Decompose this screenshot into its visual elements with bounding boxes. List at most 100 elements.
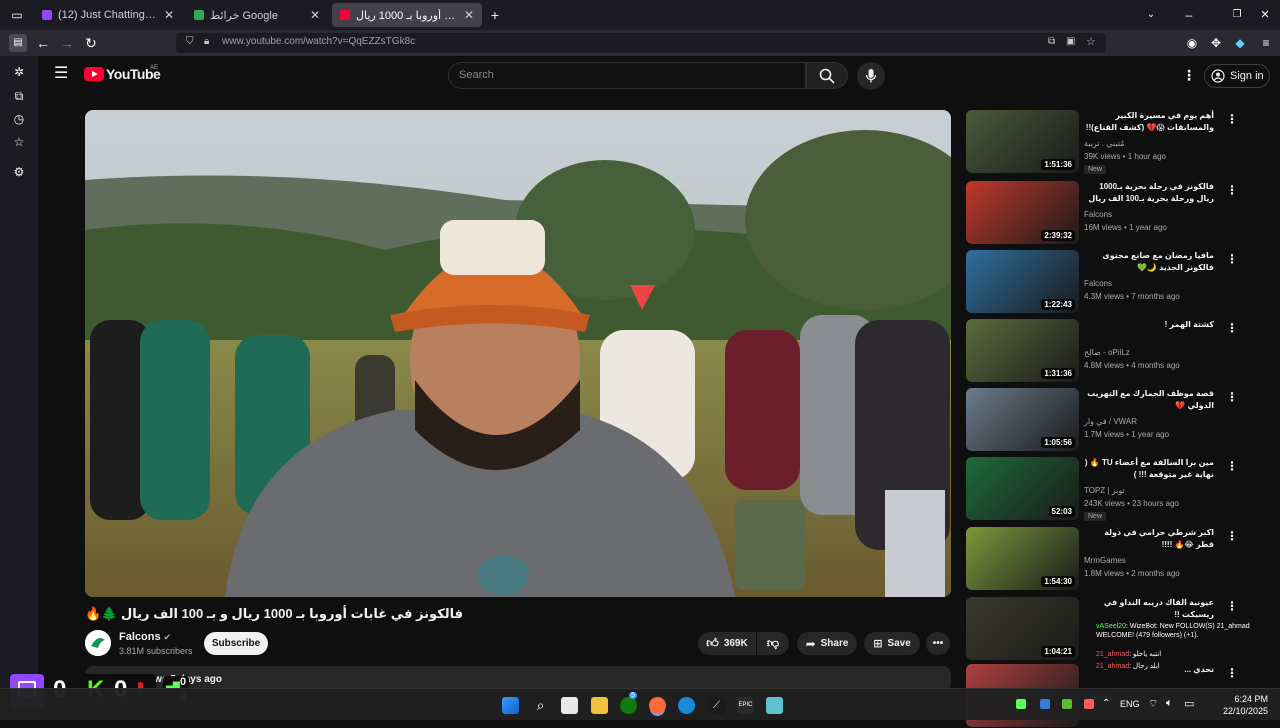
like-button[interactable]: 👍︎ 369K (698, 632, 756, 655)
tab-youtube[interactable]: فالكونز في غابات أوروبا بـ 1000 ريال ✕ (332, 3, 482, 27)
channel-avatar[interactable] (85, 630, 111, 656)
video-thumbnail[interactable]: 1:05:56 (966, 388, 1079, 451)
dislike-button[interactable]: 👎︎ (757, 632, 789, 655)
more-options-icon[interactable]: ⋮ (1226, 529, 1238, 543)
recommendation-item[interactable]: 1:05:56 قصة موظف الجمارك مع التهريب الدول… (966, 388, 1276, 452)
widgets-store-icon[interactable] (561, 697, 578, 714)
bookmarks-icon[interactable]: ☆ (11, 134, 27, 150)
forward-icon[interactable]: → (58, 34, 76, 52)
voice-search-button[interactable] (857, 62, 885, 90)
recommendation-channel[interactable]: مُتبني . تريبة (1084, 139, 1124, 148)
history-icon[interactable]: ◷ (11, 111, 27, 127)
youtube-logo-icon[interactable] (84, 67, 104, 81)
more-options-icon[interactable]: ⋮ (1226, 252, 1238, 266)
video-thumbnail[interactable]: 1:54:30 (966, 527, 1079, 590)
volume-icon[interactable]: 🔈︎ (1166, 697, 1173, 710)
tray-app-icon[interactable] (1062, 699, 1072, 709)
recommendation-title[interactable]: فالكونز في رحلة بحرية بـ1000 ريال ورحلة … (1084, 181, 1214, 206)
recommendation-title[interactable]: أهم يوم في مسيرة الكبير والمسابقات 😱💔 (ك… (1084, 110, 1214, 134)
recommendation-item[interactable]: 1:51:36 أهم يوم في مسيرة الكبير والمسابقا… (966, 110, 1276, 174)
hamburger-menu-icon[interactable]: ☰ (54, 66, 68, 82)
save-button[interactable]: ⊞ Save (864, 632, 920, 655)
search-button[interactable] (806, 62, 848, 89)
firefox-icon[interactable] (649, 697, 666, 714)
shield-icon[interactable]: ⛉ (186, 36, 194, 47)
tray-app-icon[interactable] (1040, 699, 1050, 709)
recommendation-item[interactable]: 1:22:43 مافيا رمضان مع صانع محتوى فالكونز… (966, 250, 1276, 314)
taskbar-search-icon[interactable]: ⌕ (532, 697, 549, 714)
extensions-icon[interactable]: ✥ (1207, 34, 1225, 52)
wifi-icon[interactable]: ⌔ (1148, 697, 1158, 711)
restore-icon[interactable]: ❐ (1228, 6, 1246, 24)
bookmark-star-icon[interactable]: ☆ (1086, 35, 1096, 48)
xbox-icon[interactable]: 5 (620, 692, 637, 714)
address-bar[interactable]: ⛉ 🔒︎ www.youtube.com/watch?v=QqEZZsTGk8c… (176, 33, 1106, 53)
more-options-icon[interactable]: ⋮ (1226, 183, 1238, 197)
more-options-icon[interactable]: ⋮ (1182, 67, 1196, 84)
edge-icon[interactable] (678, 697, 695, 714)
reader-view-icon[interactable]: ▣ (1066, 36, 1075, 47)
sidebar-toggle-icon[interactable]: ▤ (9, 34, 27, 52)
more-actions-button[interactable]: ••• (926, 632, 950, 655)
clock[interactable]: 6:24 PM 22/10/2025 (1208, 693, 1268, 717)
tray-app-icon[interactable] (1084, 699, 1094, 709)
picture-in-picture-icon[interactable]: ⧉ (1048, 36, 1055, 47)
more-options-icon[interactable]: ⋮ (1226, 321, 1238, 335)
battery-icon[interactable]: ▭ (1184, 697, 1194, 710)
app-window-icon[interactable] (766, 697, 783, 714)
tab-list-icon[interactable]: ▭ (8, 6, 26, 24)
ai-chat-icon[interactable]: ✲ (11, 64, 27, 80)
recommendation-channel[interactable]: Falcons (1084, 279, 1112, 288)
close-tab-icon[interactable]: ✕ (464, 8, 474, 22)
chevron-up-icon[interactable]: ⌃ (1102, 698, 1110, 709)
video-thumbnail[interactable]: 1:22:43 (966, 250, 1079, 313)
file-explorer-icon[interactable] (591, 697, 608, 714)
menu-icon[interactable]: ≡ (1257, 34, 1275, 52)
language-indicator[interactable]: ENG (1120, 699, 1140, 709)
sign-in-button[interactable]: Sign in (1204, 64, 1270, 88)
recommendation-channel[interactable]: TOPZ | توبز (1084, 486, 1125, 495)
more-options-icon[interactable]: ⋮ (1226, 390, 1238, 404)
close-window-icon[interactable]: ✕ (1256, 6, 1274, 24)
share-button[interactable]: ➦ Share (797, 632, 857, 655)
recommendation-item[interactable]: 2:39:32 فالكونز في رحلة بحرية بـ1000 ريال… (966, 181, 1276, 245)
recommendation-channel[interactable]: MrmGames (1084, 556, 1126, 565)
recommendation-item[interactable]: 52:03 مين برا السالفة مع أعضاء TU 🔥 ( نها… (966, 457, 1276, 521)
video-thumbnail[interactable]: 1:51:36 (966, 110, 1079, 173)
recommendation-title[interactable]: كشتة الهمر ! (1084, 319, 1214, 331)
close-tab-icon[interactable]: ✕ (164, 8, 174, 22)
channel-name[interactable]: Falcons ✔ (119, 631, 171, 643)
video-player[interactable] (85, 110, 951, 597)
recommendation-title[interactable]: مين برا السالفة مع أعضاء TU 🔥 ( نهاية غي… (1084, 457, 1214, 481)
video-thumbnail[interactable]: 52:03 (966, 457, 1079, 520)
synced-tabs-icon[interactable]: ⧉ (11, 88, 27, 104)
chevron-down-icon[interactable]: ⌄ (1142, 6, 1160, 24)
reload-icon[interactable]: ↻ (82, 34, 100, 52)
back-icon[interactable]: ← (34, 34, 52, 52)
video-thumbnail[interactable]: 1:04:21 (966, 597, 1079, 660)
recommendation-title[interactable]: اكبر شرطي حرامي في دولة قطر 😂🔥 !!!! (1084, 527, 1214, 551)
more-options-icon[interactable]: ⋮ (1226, 112, 1238, 126)
tray-app-icon[interactable] (1016, 699, 1026, 709)
subscribe-button[interactable]: Subscribe (204, 632, 268, 655)
settings-gear-icon[interactable]: ⚙ (11, 164, 27, 180)
new-tab-button[interactable]: + (486, 6, 504, 24)
search-input[interactable]: Search (448, 62, 806, 89)
extension-badge-icon[interactable]: ◆ (1231, 34, 1249, 52)
stocks-app-icon[interactable]: ⟋ (708, 697, 725, 714)
close-tab-icon[interactable]: ✕ (310, 8, 320, 22)
recommendation-channel[interactable]: صالح - oPiiLz (1084, 348, 1130, 357)
recommendation-item[interactable]: 1:54:30 اكبر شرطي حرامي في دولة قطر 😂🔥 !!… (966, 527, 1276, 591)
recommendation-channel[interactable]: في وار / VWAR (1084, 417, 1137, 426)
video-thumbnail[interactable]: 2:39:32 (966, 181, 1079, 244)
tab-google-maps[interactable]: خرائط Google ✕ (186, 3, 328, 27)
recommendation-item[interactable]: 1:31:36 كشتة الهمر ! صالح - oPiiLz 4.8M vie… (966, 319, 1276, 383)
recommendation-title[interactable]: مافيا رمضان مع صانع محتوى فالكونز الجديد… (1084, 250, 1214, 274)
account-icon[interactable]: ◉ (1183, 34, 1201, 52)
start-windows-icon[interactable] (502, 697, 519, 714)
tab-twitch[interactable]: (12) Just Chatting - Twitch ✕ (34, 3, 182, 27)
minimize-icon[interactable]: – (1180, 6, 1198, 24)
more-options-icon[interactable]: ⋮ (1226, 459, 1238, 473)
recommendation-title[interactable]: قصة موظف الجمارك مع التهريب الدولي 💔 (1084, 388, 1214, 412)
epic-games-icon[interactable]: EPIC (737, 697, 754, 714)
